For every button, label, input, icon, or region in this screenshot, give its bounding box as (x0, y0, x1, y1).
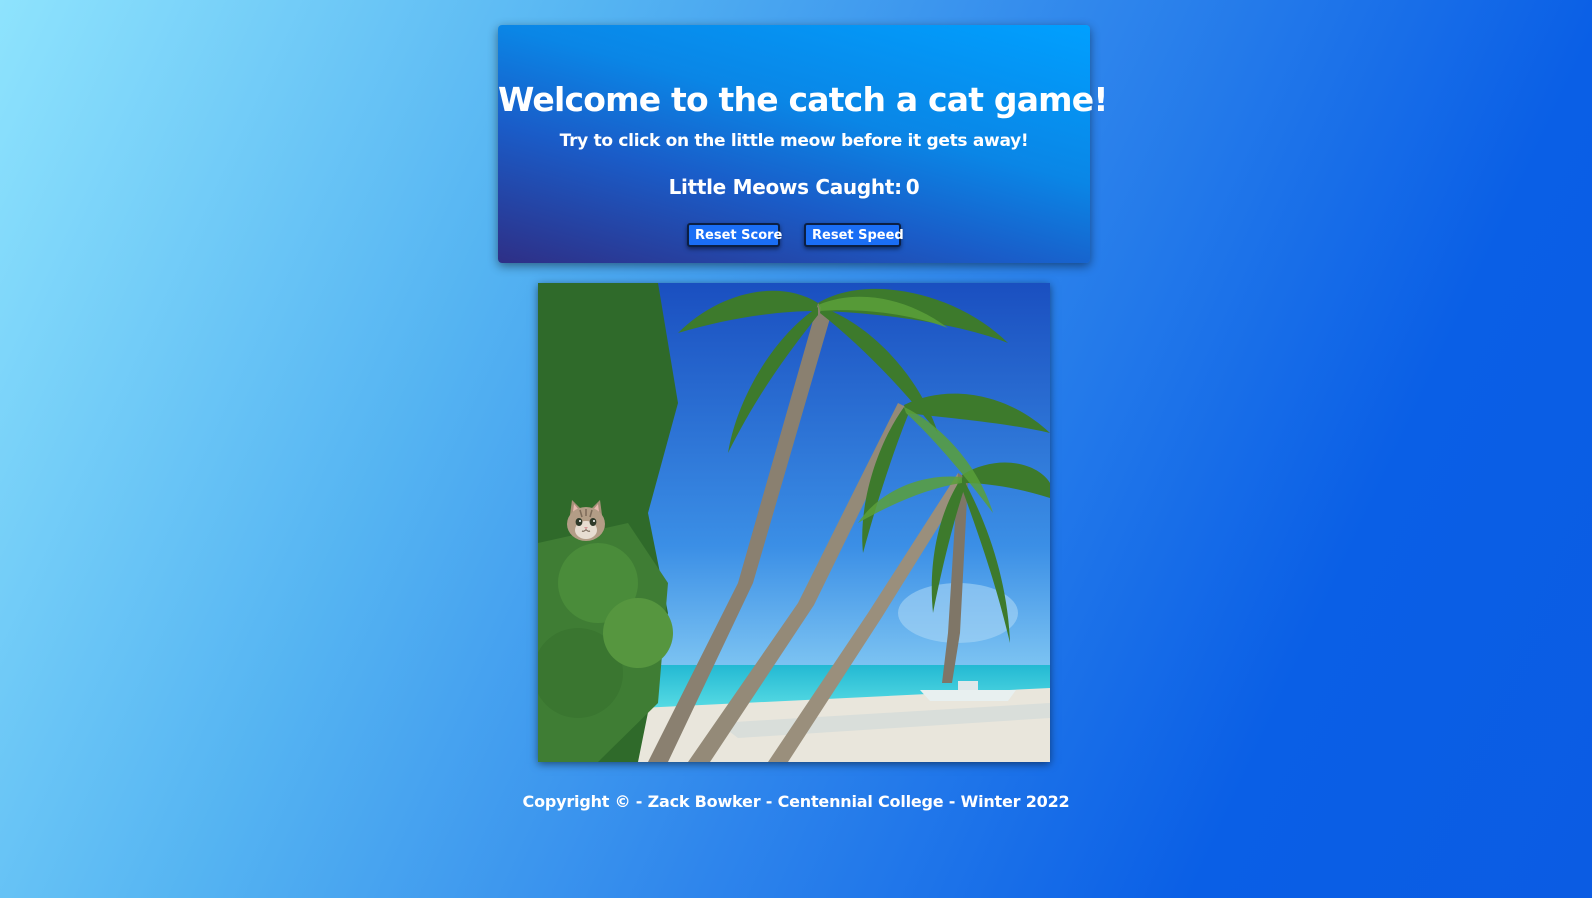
cat-target[interactable] (562, 497, 610, 545)
reset-speed-button[interactable]: Reset Speed (804, 223, 904, 247)
score-label: Little Meows Caught: (668, 175, 902, 199)
footer-copyright: Copyright © - Zack Bowker - Centennial C… (522, 792, 1070, 811)
cat-face-icon (567, 500, 605, 541)
beach-background-image (538, 283, 1050, 762)
instructions-text: Try to click on the little meow before i… (559, 131, 1029, 151)
header-card: Welcome to the catch a cat game! Try to … (498, 25, 1108, 263)
score-value: 0 (905, 175, 920, 199)
reset-score-button[interactable]: Reset Score (687, 223, 782, 247)
page-title: Welcome to the catch a cat game! (498, 80, 1108, 119)
score-display: Little Meows Caught: 0 (498, 175, 1090, 199)
game-area[interactable] (538, 283, 1050, 762)
